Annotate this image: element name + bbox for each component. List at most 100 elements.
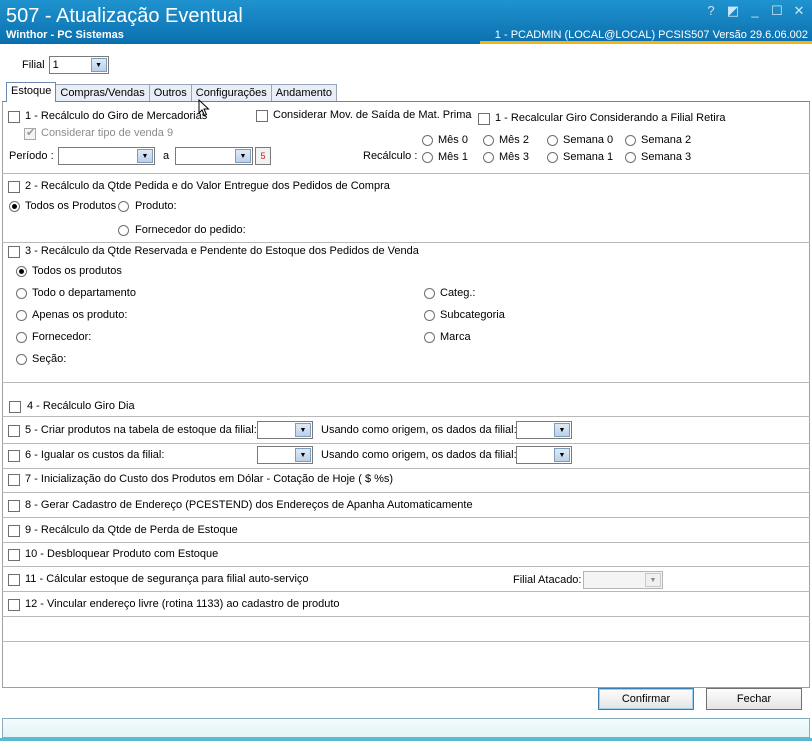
section4-checkbox[interactable] [9, 401, 21, 413]
radio-marca[interactable] [424, 332, 435, 343]
recalc-filial-retira-checkbox[interactable] [478, 113, 490, 125]
radio-marca-label: Marca [440, 331, 471, 343]
tab-compras-vendas[interactable]: Compras/Vendas [55, 84, 150, 102]
periodo-fim-date[interactable]: ▼ [175, 147, 253, 165]
chevron-down-icon[interactable]: ▼ [554, 448, 570, 462]
tab-outros[interactable]: Outros [148, 84, 192, 102]
tab-bar: Estoque Compras/Vendas Outros Configuraç… [6, 82, 337, 102]
section5-filial-select[interactable]: ▼ [257, 421, 313, 439]
radio-categ-label: Categ.: [440, 287, 476, 299]
filial-select[interactable]: 1 ▼ [48, 56, 109, 74]
radio-categ[interactable] [424, 288, 435, 299]
section5-checkbox[interactable] [8, 425, 20, 437]
radio-produto[interactable] [118, 201, 129, 212]
section-divider [2, 542, 810, 543]
radio-todo-departamento[interactable] [16, 288, 27, 299]
recalc-giro-label: 1 - Recálculo do Giro de Mercadorias [25, 110, 208, 122]
radio-semana-2-label: Semana 2 [641, 134, 692, 146]
considerar-tipo-venda-checkbox[interactable]: ✔ [24, 127, 36, 140]
section11-checkbox[interactable] [8, 574, 20, 586]
radio-fornecedor[interactable] [16, 332, 27, 343]
section12-checkbox[interactable] [8, 599, 20, 611]
section2-checkbox[interactable] [8, 181, 20, 193]
minimize-icon[interactable]: _ [748, 4, 762, 18]
radio-semana-2[interactable] [625, 135, 636, 146]
maximize-icon[interactable]: ☐ [770, 4, 784, 18]
radio-fornecedor-pedido[interactable] [118, 225, 129, 236]
radio-todos-os-produtos[interactable] [16, 266, 27, 277]
radio-apenas-produto[interactable] [16, 310, 27, 321]
radio-mes-2-label: Mês 2 [499, 134, 529, 146]
radio-selected-dot [19, 269, 24, 274]
section3-title: 3 - Recálculo da Qtde Reservada e Penden… [25, 245, 419, 257]
section12-title: 12 - Vincular endereço livre (rotina 113… [25, 598, 340, 610]
filial-atacado-label: Filial Atacado: [513, 574, 582, 586]
chevron-down-icon[interactable]: ▼ [137, 149, 153, 163]
section5-title: 5 - Criar produtos na tabela de estoque … [25, 424, 257, 436]
section6-checkbox[interactable] [8, 450, 20, 462]
recalc-giro-checkbox[interactable] [8, 111, 20, 123]
section3-checkbox[interactable] [8, 246, 20, 258]
restore-icon[interactable]: ◩ [726, 4, 740, 18]
section-divider [2, 591, 810, 592]
section-divider [2, 641, 810, 642]
section5-origem-label: Usando como origem, os dados da filial: [321, 424, 517, 436]
radio-mes-0[interactable] [422, 135, 433, 146]
chevron-down-icon[interactable]: ▼ [90, 58, 107, 72]
calendar-icon[interactable]: 5 [255, 147, 271, 165]
radio-semana-0[interactable] [547, 135, 558, 146]
section7-checkbox[interactable] [8, 474, 20, 486]
radio-apenas-produto-label: Apenas os produto: [32, 309, 128, 321]
section6-origem-select[interactable]: ▼ [516, 446, 572, 464]
help-icon[interactable]: ? [704, 4, 718, 18]
confirmar-button[interactable]: Confirmar [598, 688, 694, 710]
window-title: 507 - Atualização Eventual [6, 5, 243, 27]
title-bar: 507 - Atualização Eventual Winthor - PC … [0, 0, 812, 44]
radio-secao[interactable] [16, 354, 27, 365]
window-controls: ? ◩ _ ☐ ✕ [704, 4, 806, 18]
radio-mes-3[interactable] [483, 152, 494, 163]
tab-estoque[interactable]: Estoque [6, 82, 57, 102]
radio-todo-departamento-label: Todo o departamento [32, 287, 136, 299]
section-divider [2, 173, 810, 174]
fechar-button[interactable]: Fechar [706, 688, 802, 710]
filial-label: Filial [22, 59, 45, 71]
section-divider [2, 517, 810, 518]
radio-todos-os-produtos-label: Todos os produtos [32, 265, 122, 277]
section10-checkbox[interactable] [8, 549, 20, 561]
radio-semana-1[interactable] [547, 152, 558, 163]
radio-mes-1-label: Mês 1 [438, 151, 468, 163]
section8-checkbox[interactable] [8, 500, 20, 512]
radio-selected-dot [12, 204, 17, 209]
chevron-down-icon[interactable]: ▼ [235, 149, 251, 163]
tab-andamento[interactable]: Andamento [270, 84, 337, 102]
radio-todos-produtos[interactable] [9, 201, 20, 212]
radio-mes-2[interactable] [483, 135, 494, 146]
radio-produto-label: Produto: [135, 200, 177, 212]
filial-value: 1 [52, 59, 59, 71]
section-divider [2, 468, 810, 469]
section4-title: 4 - Recálculo Giro Dia [27, 400, 135, 412]
chevron-down-icon[interactable]: ▼ [645, 573, 661, 587]
filial-row: Filial 1 ▼ [22, 55, 109, 75]
chevron-down-icon[interactable]: ▼ [295, 423, 311, 437]
section8-title: 8 - Gerar Cadastro de Endereço (PCESTEND… [25, 499, 473, 511]
section6-filial-select[interactable]: ▼ [257, 446, 313, 464]
considerar-mov-checkbox[interactable] [256, 110, 268, 122]
radio-semana-3[interactable] [625, 152, 636, 163]
filial-atacado-select[interactable]: ▼ [583, 571, 663, 589]
recalculo-label: Recálculo : [363, 150, 418, 162]
radio-mes-1[interactable] [422, 152, 433, 163]
considerar-tipo-venda-label: Considerar tipo de venda 9 [41, 127, 174, 139]
chevron-down-icon[interactable]: ▼ [295, 448, 311, 462]
section6-title: 6 - Igualar os custos da filial: [25, 449, 165, 461]
radio-mes-0-label: Mês 0 [438, 134, 468, 146]
radio-subcategoria[interactable] [424, 310, 435, 321]
section9-checkbox[interactable] [8, 525, 20, 537]
periodo-inicio-date[interactable]: ▼ [58, 147, 155, 165]
section5-origem-select[interactable]: ▼ [516, 421, 572, 439]
close-icon[interactable]: ✕ [792, 4, 806, 18]
recalc-filial-retira-label: 1 - Recalcular Giro Considerando a Filia… [495, 112, 726, 124]
chevron-down-icon[interactable]: ▼ [554, 423, 570, 437]
section7-title: 7 - Inicialização do Custo dos Produtos … [25, 473, 394, 485]
